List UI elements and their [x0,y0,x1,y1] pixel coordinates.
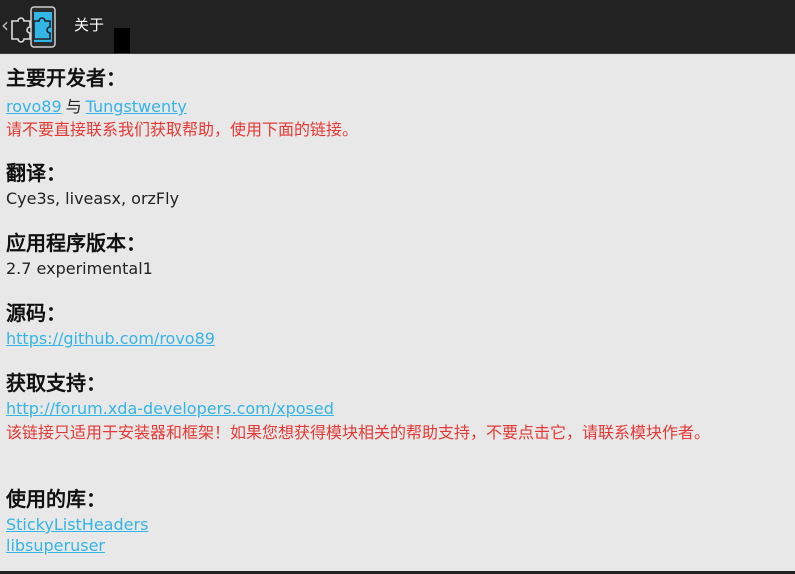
back-chevron-icon[interactable]: ‹ [1,14,9,36]
source-heading: 源码： [6,301,66,325]
xposed-puzzle-icon[interactable] [9,6,59,48]
developer-link-rovo89[interactable]: rovo89 [6,97,62,116]
source-link[interactable]: https://github.com/rovo89 [6,329,215,348]
developers-warning: 请不要直接联系我们获取帮助，使用下面的链接。 [6,120,359,139]
library-link-stickylistheaders[interactable]: StickyListHeaders [6,514,786,535]
library-link-libsuperuser[interactable]: libsuperuser [6,535,786,556]
developers-heading: 主要开发者： [6,66,126,90]
page-title: 关于 [74,16,105,34]
support-section: 获取支持： http://forum.xda-developers.com/xp… [6,370,786,443]
text-cursor [114,28,130,53]
support-heading: 获取支持： [6,371,106,395]
libraries-heading: 使用的库： [6,487,106,511]
developers-separator: 与 [65,97,82,116]
version-heading: 应用程序版本： [6,231,146,255]
about-content: 主要开发者： rovo89 与 Tungstwenty 请不要直接联系我们获取帮助，… [0,54,795,574]
developers-links: rovo89 与 Tungstwenty [6,93,786,117]
support-warning: 该链接只适用于安装器和框架！如果您想获得模块相关的帮助支持，不要点击它，请联系模… [6,423,711,442]
version-section: 应用程序版本： 2.7 experimental1 [6,230,786,279]
developer-link-tungstwenty[interactable]: Tungstwenty [86,97,187,116]
translation-heading: 翻译： [6,161,66,185]
developers-section: 主要开发者： rovo89 与 Tungstwenty 请不要直接联系我们获取帮助，… [6,65,786,140]
translation-section: 翻译： Cye3s, liveasx, orzFly [6,160,786,209]
libraries-section: 使用的库： StickyListHeaders libsuperuser [6,486,786,556]
version-value: 2.7 experimental1 [6,259,153,278]
support-forum-link[interactable]: http://forum.xda-developers.com/xposed [6,399,334,418]
source-section: 源码： https://github.com/rovo89 [6,300,786,349]
action-bar: ‹ 关于 [0,0,795,54]
translators-value: Cye3s, liveasx, orzFly [6,189,180,208]
